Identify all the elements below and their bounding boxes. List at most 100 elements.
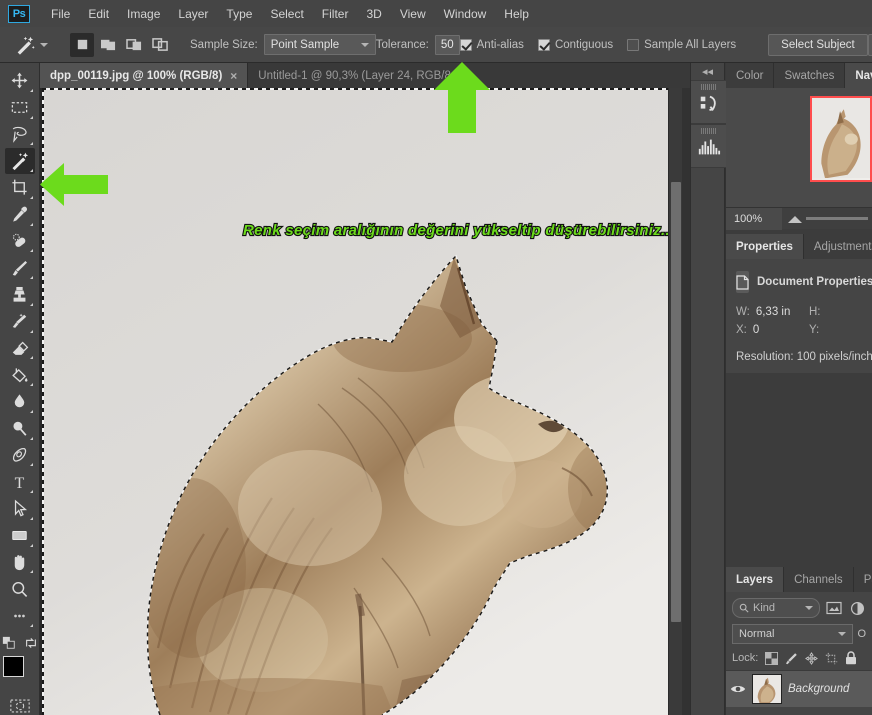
expand-panels-button[interactable]: ◂◂ [691, 63, 724, 80]
blend-mode-select[interactable]: Normal [732, 624, 854, 644]
swap-colors-icon[interactable] [24, 636, 38, 650]
filter-pixel-layers-icon[interactable] [825, 599, 843, 617]
type-tool[interactable]: T [5, 469, 35, 495]
tool-preset-picker[interactable] [10, 32, 52, 58]
y-field[interactable]: Y: [799, 324, 872, 336]
document-tab-inactive[interactable]: Untitled-1 @ 90,3% (Layer 24, RGB/8 [248, 63, 462, 88]
dodge-tool[interactable] [5, 416, 35, 442]
canvas-area[interactable]: Renk seçim aralığının değerini yükseltip… [40, 88, 668, 715]
magic-wand-icon [12, 152, 28, 171]
anti-alias-option[interactable]: Anti-alias [459, 38, 524, 51]
gradient-tool[interactable] [5, 362, 35, 388]
sample-size-select[interactable]: Point Sample [263, 34, 376, 55]
magic-wand-tool[interactable] [4, 148, 35, 174]
tab-navigator[interactable]: Navig [845, 63, 872, 88]
lock-artboard-nesting-icon[interactable] [825, 652, 838, 665]
navigator-panel[interactable] [726, 88, 872, 207]
menu-image[interactable]: Image [118, 3, 169, 25]
menu-edit[interactable]: Edit [79, 3, 118, 25]
default-colors-icon[interactable] [2, 636, 16, 650]
eye-icon[interactable] [730, 683, 746, 695]
document-canvas[interactable] [42, 88, 668, 715]
annotation-text: Renk seçim aralığının değerini yükseltip… [242, 221, 668, 240]
menu-select[interactable]: Select [261, 3, 312, 25]
new-selection-button[interactable] [70, 32, 94, 57]
navigator-zoom-slider[interactable] [782, 208, 872, 230]
eraser-tool[interactable] [5, 336, 35, 362]
sample-all-layers-option[interactable]: Sample All Layers [627, 38, 736, 51]
tab-paths[interactable]: Paths [853, 567, 872, 592]
menu-filter[interactable]: Filter [313, 3, 358, 25]
tolerance-input[interactable]: 50 [434, 34, 460, 55]
rectangle-tool[interactable] [5, 523, 35, 549]
blur-tool[interactable] [5, 389, 35, 415]
lock-position-icon[interactable] [805, 651, 819, 665]
intersect-selection-icon [151, 38, 168, 51]
menu-file[interactable]: File [42, 3, 79, 25]
contiguous-checkbox[interactable] [537, 38, 550, 51]
close-icon[interactable]: × [230, 69, 237, 83]
lasso-icon [12, 126, 27, 143]
tab-adjustments[interactable]: Adjustments [803, 234, 872, 259]
eyedropper-tool[interactable] [5, 202, 35, 228]
clone-stamp-icon [13, 287, 26, 302]
hand-tool[interactable] [5, 550, 35, 576]
spot-healing-brush-tool[interactable] [5, 229, 35, 255]
zoom-tool[interactable] [5, 576, 35, 602]
menu-layer[interactable]: Layer [169, 3, 217, 25]
menu-view[interactable]: View [391, 3, 435, 25]
quick-mask-button[interactable] [8, 696, 32, 714]
canvas-vertical-scrollbar[interactable] [668, 88, 682, 715]
add-to-selection-icon [100, 39, 115, 51]
select-and-mask-button[interactable]: S [867, 33, 872, 56]
slider-track[interactable] [806, 217, 868, 220]
green-left-arrow-annotation [40, 163, 108, 206]
contiguous-option[interactable]: Contiguous [537, 38, 613, 51]
navigator-zoom-value[interactable]: 100% [726, 207, 782, 230]
histogram-panel-button[interactable] [691, 124, 726, 168]
history-panel-button[interactable] [691, 80, 726, 124]
rectangular-marquee-tool[interactable] [5, 95, 35, 121]
pen-tool[interactable] [5, 443, 35, 469]
width-field[interactable]: W: 6,33 in [726, 306, 799, 318]
height-field[interactable]: H: [799, 306, 872, 318]
intersect-with-selection-button[interactable] [148, 33, 172, 57]
anti-alias-checkbox[interactable] [459, 38, 472, 51]
history-brush-tool[interactable] [5, 309, 35, 335]
path-selection-tool[interactable] [5, 496, 35, 522]
lasso-tool[interactable] [5, 122, 35, 148]
navigator-thumbnail[interactable] [810, 96, 872, 182]
color-swatches[interactable] [2, 656, 37, 690]
sample-all-layers-checkbox[interactable] [627, 38, 640, 51]
tab-properties[interactable]: Properties [726, 234, 804, 259]
edit-toolbar-tool[interactable] [5, 603, 35, 629]
resolution-value: Resolution: 100 pixels/inch [736, 351, 872, 363]
list-item[interactable]: Background [726, 670, 872, 707]
brush-tool[interactable] [5, 255, 35, 281]
scrollbar-thumb[interactable] [671, 182, 681, 622]
select-subject-button[interactable]: Select Subject [768, 33, 868, 56]
clone-stamp-tool[interactable] [5, 282, 35, 308]
subtract-from-selection-icon [125, 39, 141, 51]
crop-tool[interactable] [5, 175, 35, 201]
tab-layers[interactable]: Layers [726, 567, 785, 592]
lock-image-pixels-icon[interactable] [785, 652, 798, 665]
tab-color[interactable]: Color [726, 63, 775, 88]
layer-kind-filter[interactable]: Kind [732, 598, 820, 618]
lock-all-icon[interactable] [845, 651, 857, 665]
document-tab-active[interactable]: dpp_00119.jpg @ 100% (RGB/8) × [40, 63, 249, 88]
subtract-from-selection-button[interactable] [122, 33, 146, 57]
tab-swatches[interactable]: Swatches [774, 63, 846, 88]
add-to-selection-button[interactable] [96, 33, 120, 57]
menu-3d[interactable]: 3D [357, 3, 390, 25]
menu-window[interactable]: Window [435, 3, 496, 25]
menu-type[interactable]: Type [217, 3, 261, 25]
move-tool[interactable] [5, 68, 35, 94]
foreground-color-swatch[interactable] [2, 656, 24, 678]
filter-adjustment-layers-icon[interactable] [848, 599, 866, 617]
x-field[interactable]: X: 0 [726, 324, 799, 336]
lock-transparent-pixels-icon[interactable] [765, 651, 779, 665]
menu-help[interactable]: Help [495, 3, 538, 25]
tab-channels[interactable]: Channels [784, 567, 854, 592]
lock-row: Lock: [726, 646, 872, 670]
